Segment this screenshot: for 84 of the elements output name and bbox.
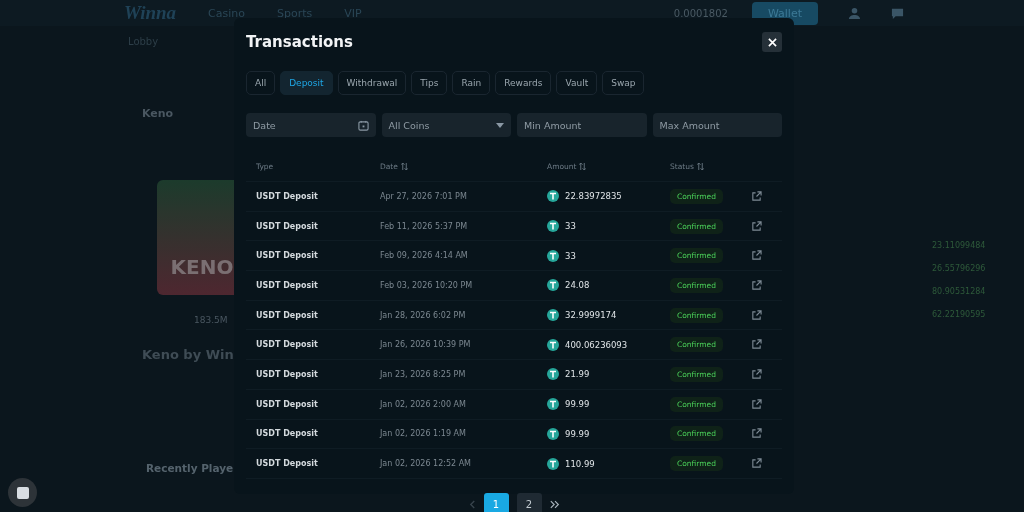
coin-icon — [547, 220, 559, 233]
balance-amount: 0.0001802 — [673, 7, 728, 19]
coin-icon — [547, 249, 559, 262]
external-link-icon[interactable] — [751, 309, 762, 321]
page-button[interactable]: 1 — [483, 492, 509, 512]
table-cell-text: USDT Deposit — [256, 340, 319, 350]
coin-icon — [547, 338, 559, 351]
amount-text: 32.9999174 — [565, 310, 617, 321]
sort-icon — [400, 162, 408, 170]
coin-icon — [547, 279, 559, 292]
chat-button[interactable] — [8, 478, 37, 507]
total-bet: 183.5M — [194, 315, 228, 325]
amount-text: 21.99 — [565, 369, 590, 380]
section-heading: Recently Playe — [146, 462, 234, 474]
coin-icon — [547, 190, 559, 203]
table-cell-text: USDT Deposit — [256, 310, 319, 320]
table-cell-text: USDT Deposit — [256, 280, 319, 290]
close-button[interactable] — [762, 32, 782, 52]
table-cell-text: Feb 11, 2026 5:37 PM — [380, 221, 469, 231]
coin-icon — [547, 309, 559, 322]
amount-text: 99.99 — [565, 399, 590, 410]
external-link-icon[interactable] — [751, 398, 762, 410]
bet-amount: 23.11099484 — [932, 241, 986, 250]
next-icon[interactable] — [549, 500, 560, 510]
external-link-icon[interactable] — [751, 190, 762, 202]
sort-icon — [579, 162, 587, 170]
table-cell-text: Feb 03, 2026 10:20 PM — [380, 280, 474, 290]
amount-text: 33 — [565, 250, 576, 261]
table-cell-text: Jan 26, 2026 10:39 PM — [380, 340, 472, 350]
table-cell-text: USDT Deposit — [256, 429, 319, 439]
external-link-icon[interactable] — [751, 458, 762, 470]
table-cell-text: Jan 28, 2026 6:02 PM — [380, 310, 467, 320]
sort-icon — [696, 162, 704, 170]
table-cell-text: USDT Deposit — [256, 251, 319, 261]
filter-tab[interactable]: Tips — [411, 71, 448, 95]
filter-tab[interactable]: Deposit — [280, 71, 333, 95]
coin-icon — [547, 398, 559, 411]
max-amount-field[interactable]: Max Amount — [652, 113, 782, 137]
table-cell-text: Jan 23, 2026 8:25 PM — [380, 369, 467, 379]
coin-select[interactable]: All Coins — [381, 113, 511, 137]
game-heading: Keno by Win — [142, 347, 234, 362]
coin-icon — [547, 427, 559, 440]
bet-amount: 80.90531284 — [932, 287, 986, 296]
filter-tab[interactable]: Withdrawal — [337, 71, 407, 95]
filter-tab[interactable]: All — [246, 71, 276, 95]
amount-text: 33 — [565, 221, 576, 232]
amount-text: 400.06236093 — [565, 339, 628, 350]
table-cell-text: Jan 02, 2026 12:52 AM — [380, 459, 472, 469]
table-cell-text: USDT Deposit — [256, 459, 319, 469]
close-icon — [767, 37, 777, 47]
table-cell-text: Feb 09, 2026 4:14 AM — [380, 251, 469, 261]
amount-text: 22.83972835 — [565, 191, 622, 202]
amount-text: 24.08 — [565, 280, 590, 291]
filter-tab[interactable]: Swap — [602, 71, 645, 95]
amount-text: 99.99 — [565, 428, 590, 439]
external-link-icon[interactable] — [751, 368, 762, 380]
table-cell-text: USDT Deposit — [256, 369, 319, 379]
filter-tab[interactable]: Rewards — [495, 71, 552, 95]
calendar-icon — [357, 119, 369, 131]
bet-amount: 26.55796296 — [932, 264, 986, 273]
external-link-icon[interactable] — [751, 250, 762, 262]
bet-amount: 62.22190595 — [932, 310, 986, 319]
dialog-title: Transactions — [246, 33, 353, 51]
filter-tab[interactable]: Rain — [452, 71, 491, 95]
table-cell-text: USDT Deposit — [256, 221, 319, 231]
table-cell-text: Jan 02, 2026 2:00 AM — [380, 399, 467, 409]
game-card-title: KENO — [170, 255, 234, 279]
coin-icon — [547, 457, 559, 470]
page-button[interactable]: 2 — [516, 492, 542, 512]
caret-icon — [496, 122, 504, 128]
table-cell-text: Jan 02, 2026 1:19 AM — [380, 429, 467, 439]
external-link-icon[interactable] — [751, 220, 762, 232]
filter-tab[interactable]: Vault — [556, 71, 598, 95]
amount-text: 110.99 — [565, 458, 595, 469]
external-link-icon[interactable] — [751, 339, 762, 351]
date-field[interactable]: Date — [246, 113, 376, 137]
table-cell-text: USDT Deposit — [256, 399, 319, 409]
external-link-icon[interactable] — [751, 428, 762, 440]
game-title: Keno — [142, 107, 174, 120]
table-cell-text: Apr 27, 2026 7:01 PM — [380, 191, 468, 201]
coin-icon — [547, 368, 559, 381]
table-cell-text: USDT Deposit — [256, 191, 319, 201]
min-amount-field[interactable]: Min Amount — [517, 113, 647, 137]
external-link-icon[interactable] — [751, 279, 762, 291]
